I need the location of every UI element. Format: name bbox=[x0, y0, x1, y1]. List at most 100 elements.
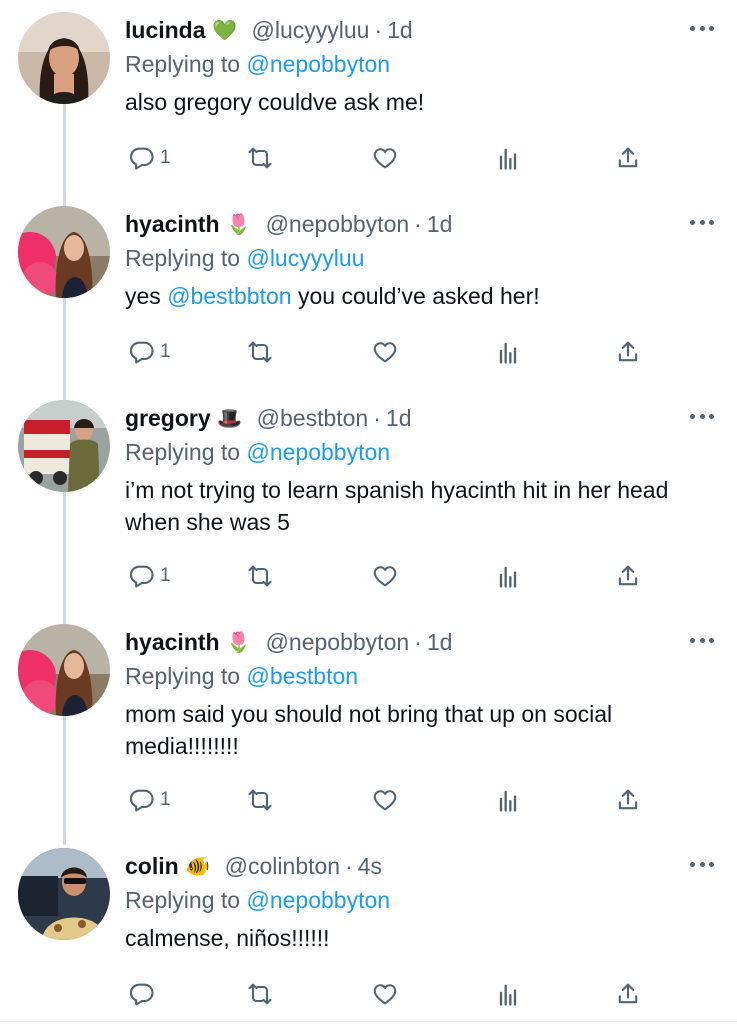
like-icon bbox=[373, 790, 397, 811]
replying-to: Replying to @lucyyyluu bbox=[125, 242, 717, 274]
share-icon bbox=[618, 789, 638, 810]
user-handle[interactable]: @lucyyyluu bbox=[252, 17, 370, 44]
timestamp[interactable]: 1d bbox=[386, 405, 412, 432]
retweet-button[interactable] bbox=[246, 979, 274, 1009]
like-button[interactable] bbox=[371, 143, 399, 173]
timestamp[interactable]: 4s bbox=[358, 853, 382, 880]
retweet-icon bbox=[248, 341, 272, 363]
tweet-header: gregory 🎩 @bestbton · 1d bbox=[125, 400, 717, 436]
more-icon[interactable] bbox=[687, 406, 717, 426]
tweet-text: i’m not trying to learn spanish hyacinth… bbox=[125, 474, 705, 538]
views-button[interactable] bbox=[494, 143, 522, 173]
share-button[interactable] bbox=[614, 785, 642, 815]
tweet-content: lucinda 💚 @lucyyyluu · 1d Replying to @n… bbox=[125, 12, 717, 118]
display-name[interactable]: gregory bbox=[125, 405, 211, 432]
tweet-actions: 1 bbox=[128, 785, 648, 815]
replying-to: Replying to @bestbton bbox=[125, 660, 717, 692]
share-button[interactable] bbox=[614, 979, 642, 1009]
tweet-text-body: also gregory couldve ask me! bbox=[125, 89, 425, 115]
share-button[interactable] bbox=[614, 143, 642, 173]
tweet-content: hyacinth 🌷 @nepobbyton · 1d Replying to … bbox=[125, 206, 717, 312]
separator: · bbox=[414, 628, 422, 655]
user-avatar-icon bbox=[18, 848, 110, 940]
replying-to-label: Replying to bbox=[125, 51, 241, 77]
reply-button[interactable]: 1 bbox=[128, 143, 171, 173]
divider bbox=[0, 1021, 737, 1022]
avatar[interactable] bbox=[18, 12, 110, 104]
user-handle[interactable]: @nepobbyton bbox=[266, 211, 410, 238]
more-icon[interactable] bbox=[687, 854, 717, 874]
reply-count: 1 bbox=[160, 341, 171, 362]
like-icon bbox=[373, 148, 397, 169]
reply-button[interactable] bbox=[128, 979, 160, 1009]
display-name[interactable]: colin bbox=[125, 853, 179, 880]
tweet-text-body: you could’ve asked her! bbox=[291, 283, 540, 309]
reply-mention-link[interactable]: @nepobbyton bbox=[246, 51, 390, 77]
replying-to: Replying to @nepobbyton bbox=[125, 48, 717, 80]
more-icon[interactable] bbox=[687, 212, 717, 232]
top-hat-icon: 🎩 bbox=[217, 407, 243, 430]
retweet-button[interactable] bbox=[246, 561, 274, 591]
tweet-text: calmense, niños!!!!!! bbox=[125, 922, 717, 954]
separator: · bbox=[373, 404, 381, 431]
user-avatar-icon bbox=[18, 12, 110, 104]
tulip-icon: 🌷 bbox=[226, 213, 252, 236]
retweet-icon bbox=[248, 147, 272, 169]
share-icon bbox=[618, 147, 638, 168]
timestamp[interactable]: 1d bbox=[387, 17, 413, 44]
more-icon[interactable] bbox=[687, 630, 717, 650]
reply-mention-link[interactable]: @bestbton bbox=[246, 663, 358, 689]
share-icon bbox=[618, 983, 638, 1004]
user-handle[interactable]: @colinbton bbox=[225, 853, 340, 880]
user-handle[interactable]: @bestbton bbox=[257, 405, 369, 432]
retweet-button[interactable] bbox=[246, 143, 274, 173]
tweet-header: lucinda 💚 @lucyyyluu · 1d bbox=[125, 12, 717, 48]
mention-link[interactable]: @bestbbton bbox=[167, 283, 291, 309]
display-name[interactable]: hyacinth bbox=[125, 211, 220, 238]
share-icon bbox=[618, 341, 638, 362]
share-button[interactable] bbox=[614, 337, 642, 367]
retweet-icon bbox=[248, 789, 272, 811]
timestamp[interactable]: 1d bbox=[427, 629, 453, 656]
reply-button[interactable]: 1 bbox=[128, 561, 171, 591]
reply-mention-link[interactable]: @lucyyyluu bbox=[246, 245, 364, 271]
reply-count: 1 bbox=[160, 565, 171, 586]
reply-icon bbox=[129, 147, 154, 170]
reply-button[interactable]: 1 bbox=[128, 785, 171, 815]
tweet-header: hyacinth 🌷 @nepobbyton · 1d bbox=[125, 206, 717, 242]
views-button[interactable] bbox=[494, 561, 522, 591]
avatar[interactable] bbox=[18, 848, 110, 940]
views-button[interactable] bbox=[494, 979, 522, 1009]
tweet-text-body: yes bbox=[125, 283, 168, 309]
share-button[interactable] bbox=[614, 561, 642, 591]
display-name[interactable]: lucinda bbox=[125, 17, 206, 44]
more-icon[interactable] bbox=[687, 18, 717, 38]
like-button[interactable] bbox=[371, 785, 399, 815]
views-button[interactable] bbox=[494, 337, 522, 367]
timestamp[interactable]: 1d bbox=[427, 211, 453, 238]
user-handle[interactable]: @nepobbyton bbox=[266, 629, 410, 656]
views-icon bbox=[499, 790, 517, 812]
separator: · bbox=[414, 210, 422, 237]
views-icon bbox=[499, 566, 517, 588]
reply-mention-link[interactable]: @nepobbyton bbox=[246, 887, 390, 913]
like-button[interactable] bbox=[371, 979, 399, 1009]
reply-mention-link[interactable]: @nepobbyton bbox=[246, 439, 390, 465]
avatar[interactable] bbox=[18, 206, 110, 298]
tweet-text: yes @bestbbton you could’ve asked her! bbox=[125, 280, 717, 312]
tweet-actions: 1 bbox=[128, 561, 648, 591]
like-button[interactable] bbox=[371, 337, 399, 367]
views-button[interactable] bbox=[494, 785, 522, 815]
retweet-button[interactable] bbox=[246, 337, 274, 367]
display-name[interactable]: hyacinth bbox=[125, 629, 220, 656]
retweet-button[interactable] bbox=[246, 785, 274, 815]
reply-icon bbox=[129, 565, 154, 588]
retweet-icon bbox=[248, 565, 272, 587]
tweet-actions: 1 bbox=[128, 337, 648, 367]
like-button[interactable] bbox=[371, 561, 399, 591]
avatar[interactable] bbox=[18, 400, 110, 492]
avatar[interactable] bbox=[18, 624, 110, 716]
tweet-actions: 1 bbox=[128, 143, 648, 173]
reply-button[interactable]: 1 bbox=[128, 337, 171, 367]
tweet-content: gregory 🎩 @bestbton · 1d Replying to @ne… bbox=[125, 400, 717, 538]
